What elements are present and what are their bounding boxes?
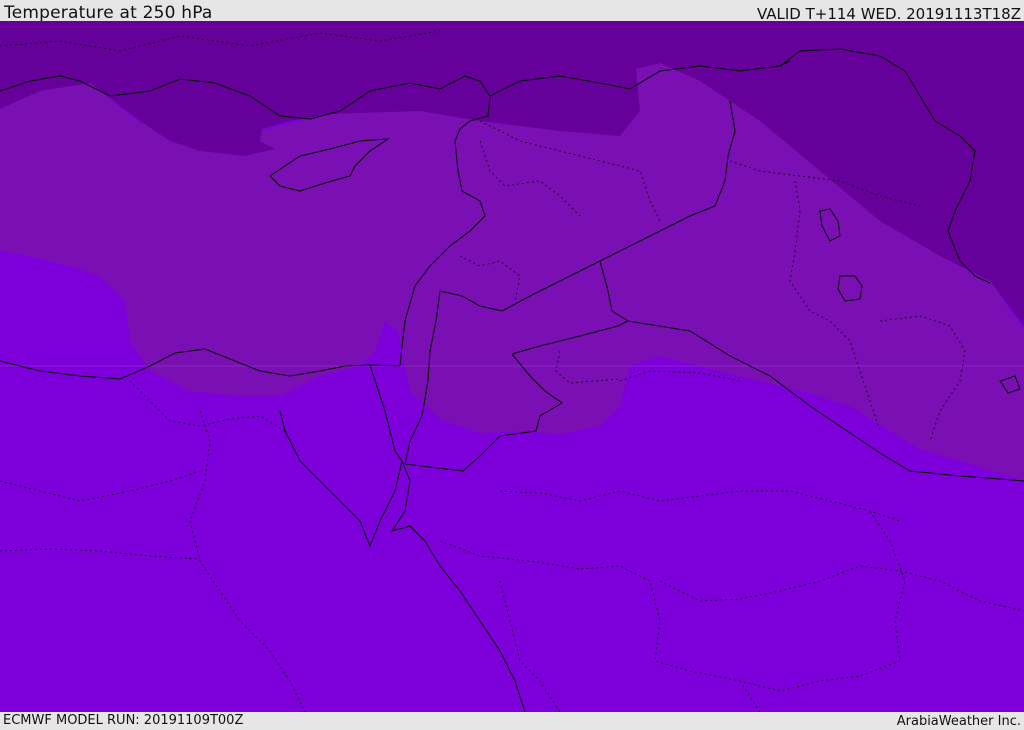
map-canvas — [0, 21, 1024, 712]
header-bar: Temperature at 250 hPa VALID T+114 WED. … — [0, 0, 1024, 23]
brand-label: ArabiaWeather Inc. — [896, 714, 1021, 729]
model-run-label: ECMWF MODEL RUN: 20191109T00Z — [3, 713, 244, 728]
weather-map[interactable] — [0, 21, 1024, 712]
footer-bar: ECMWF MODEL RUN: 20191109T00Z ArabiaWeat… — [0, 712, 1024, 729]
map-title: Temperature at 250 hPa — [4, 3, 213, 23]
